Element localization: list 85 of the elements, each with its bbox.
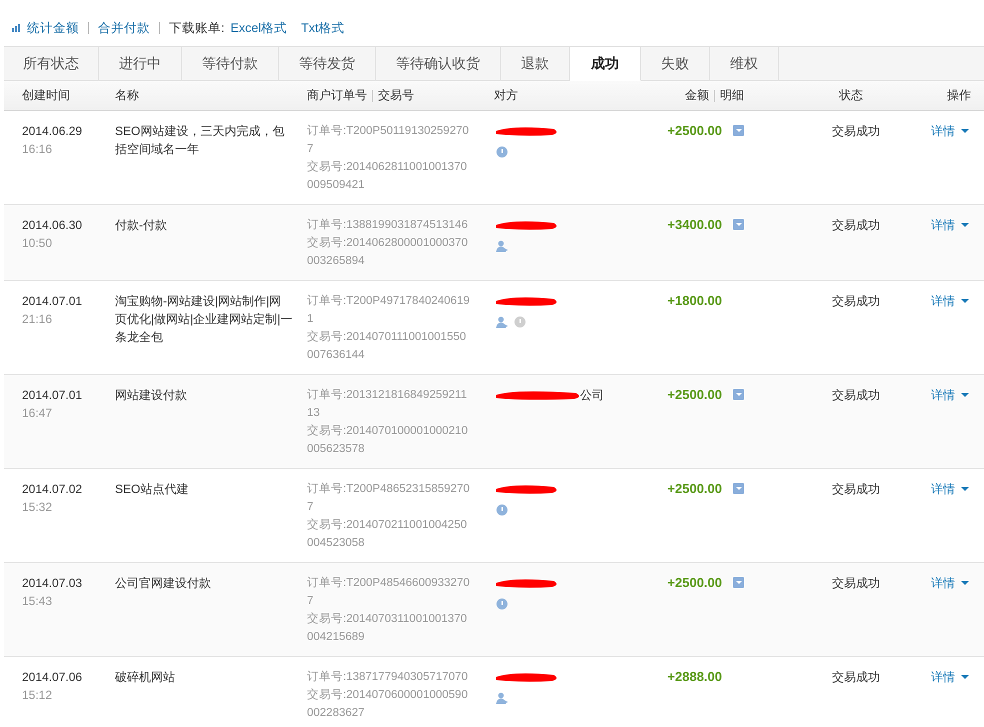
time-text: 15:32: [22, 499, 54, 516]
trade-number: 交易号:2014062811001001370009509421: [307, 159, 468, 193]
trade-number: 交易号:2014070100001000210005623578: [307, 423, 469, 457]
amount-text: +2500.00: [667, 574, 722, 592]
time-text: 16:47: [22, 405, 54, 422]
status-text: 交易成功: [831, 669, 881, 686]
bar-chart-icon: [12, 24, 21, 32]
amount-text: +2500.00: [667, 480, 722, 498]
trade-number: 交易号:2014070600001000590002283627: [307, 687, 469, 721]
status-text: 交易成功: [831, 387, 881, 404]
details-link[interactable]: 详情: [931, 668, 969, 686]
item-name: SEO站点代建: [115, 481, 190, 498]
dropdown-toggle[interactable]: [733, 577, 744, 588]
time-text: 21:16: [22, 311, 54, 328]
column-header: 对方: [494, 87, 519, 104]
order-number: 订单号:T200P485466009332707: [307, 576, 471, 609]
trade-number: 交易号:2014070111001001550007636144: [307, 329, 468, 363]
order-number: 订单号:T200P486523158592707: [307, 482, 471, 515]
dropdown-toggle[interactable]: [733, 125, 744, 136]
dropdown-toggle[interactable]: [733, 389, 744, 400]
dropdown-toggle[interactable]: [733, 483, 744, 494]
status-text: 交易成功: [831, 123, 881, 140]
order-number: 订单号:201312181684925921113: [307, 388, 468, 421]
status-text: 交易成功: [831, 217, 881, 234]
date-text: 2014.07.06: [22, 669, 84, 686]
status-text: 交易成功: [831, 575, 881, 592]
status-text: 交易成功: [831, 293, 881, 310]
column-header: 交易号: [378, 87, 414, 104]
date-text: 2014.07.03: [22, 575, 84, 592]
chat-bubble-icon: [496, 146, 508, 158]
chat-bubble-icon: [514, 316, 526, 328]
download-link[interactable]: Excel格式: [230, 20, 288, 36]
column-header: 创建时间: [21, 87, 71, 104]
chat-bubble-icon: [496, 504, 508, 516]
order-number: 订单号:1387177940305717070: [307, 670, 469, 685]
date-text: 2014.07.01: [22, 387, 84, 404]
dropdown-toggle[interactable]: [733, 219, 744, 230]
details-link[interactable]: 详情: [931, 292, 969, 310]
time-text: 15:12: [22, 687, 54, 704]
column-header: 明细: [720, 87, 744, 104]
amount-text: +2888.00: [667, 668, 722, 686]
column-header: 名称: [115, 87, 140, 104]
user-icon: [496, 692, 508, 704]
date-text: 2014.06.29: [22, 123, 84, 140]
date-text: 2014.07.01: [22, 293, 84, 310]
status-text: 交易成功: [831, 481, 881, 498]
trade-number: 交易号:2014062800001000370003265894: [307, 235, 469, 269]
amount-text: +1800.00: [667, 292, 722, 310]
details-link[interactable]: 详情: [931, 480, 969, 498]
details-link[interactable]: 详情: [931, 574, 969, 592]
trade-number: 交易号:2014070211001004250004523058: [307, 517, 468, 551]
item-name: 付款-付款: [115, 217, 168, 234]
filter-tab[interactable]: 成功: [570, 47, 641, 81]
column-header: 商户订单号: [307, 87, 367, 104]
item-name: SEO网站建设，三天内完成，包括空间域名一年: [115, 123, 286, 158]
chat-bubble-icon: [496, 598, 508, 610]
details-link[interactable]: 详情: [931, 386, 969, 404]
column-header: 操作: [946, 87, 972, 104]
download-label: 下载账单:: [169, 20, 224, 36]
item-name: 公司官网建设付款: [115, 575, 212, 592]
item-name: 淘宝购物-网站建设|网站制作|网页优化|做网站|企业建网站定制|一条龙全包: [115, 293, 293, 346]
toolbar-link[interactable]: 统计金额: [27, 20, 79, 36]
amount-text: +2500.00: [667, 386, 722, 404]
time-text: 15:43: [22, 593, 54, 610]
user-icon: [496, 240, 508, 252]
time-text: 16:16: [22, 141, 54, 158]
user-icon: [496, 316, 508, 328]
column-header: 金额: [685, 87, 709, 104]
trade-number: 交易号:2014070311001001370004215689: [307, 611, 468, 645]
details-link[interactable]: 详情: [931, 122, 969, 140]
order-number: 订单号:T200P497178402406191: [307, 294, 471, 327]
details-link[interactable]: 详情: [931, 216, 969, 234]
item-name: 破碎机网站: [115, 669, 176, 686]
date-text: 2014.06.30: [22, 217, 84, 234]
column-header: 状态: [838, 87, 864, 104]
order-number: 订单号:T200P501191302592707: [307, 124, 470, 157]
amount-text: +2500.00: [667, 122, 722, 140]
counterparty-name: 公司: [580, 387, 604, 404]
amount-text: +3400.00: [667, 216, 722, 234]
time-text: 10:50: [22, 235, 54, 252]
order-number: 订单号:1388199031874513146: [307, 218, 469, 233]
download-link[interactable]: Txt格式: [301, 20, 344, 36]
toolbar-link[interactable]: 合并付款: [98, 20, 150, 36]
item-name: 网站建设付款: [115, 387, 188, 404]
date-text: 2014.07.02: [22, 481, 84, 498]
